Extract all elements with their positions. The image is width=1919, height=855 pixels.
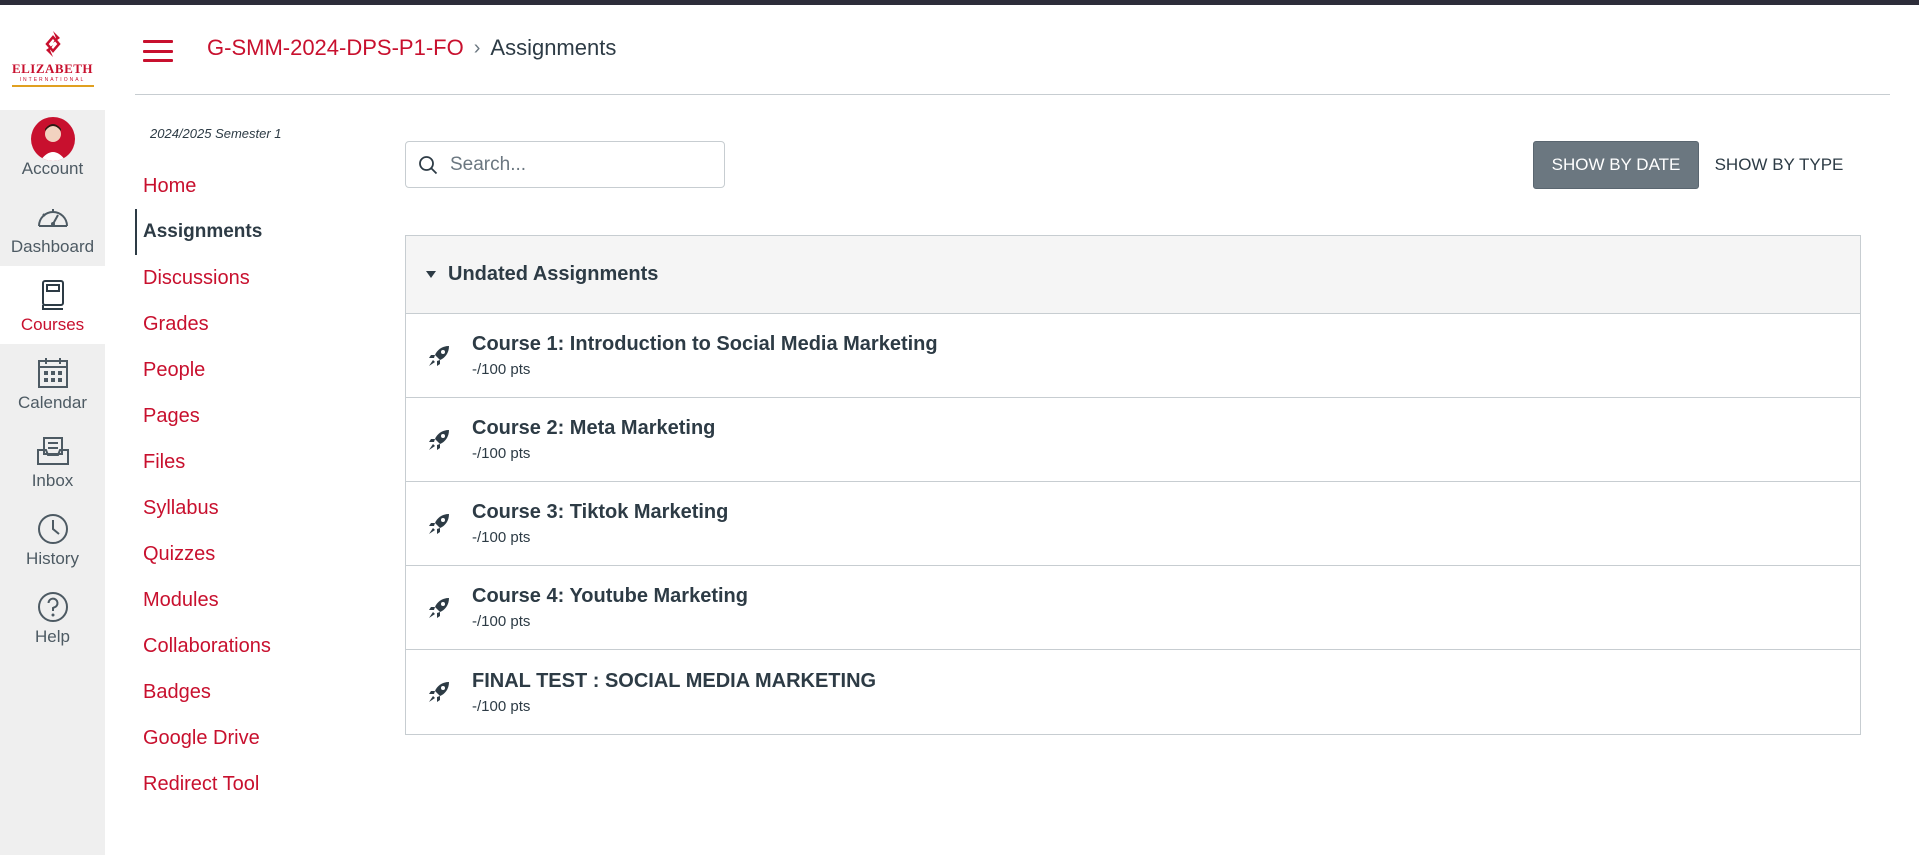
- hamburger-line: [143, 49, 173, 53]
- assignment-title-link[interactable]: Course 3: Tiktok Marketing: [472, 501, 728, 524]
- courses-icon: [41, 280, 64, 310]
- hamburger-line: [143, 40, 173, 43]
- course-nav-quizzes[interactable]: Quizzes: [135, 531, 355, 577]
- assignment-row: FINAL TEST : SOCIAL MEDIA MARKETING -/10…: [406, 650, 1860, 734]
- global-nav-label: Help: [35, 627, 70, 646]
- course-nav-redirect-tool[interactable]: Redirect Tool: [135, 761, 355, 807]
- course-nav-home[interactable]: Home: [135, 163, 355, 209]
- assignment-rocket-icon: [429, 429, 449, 450]
- assignment-title-link[interactable]: Course 2: Meta Marketing: [472, 417, 715, 440]
- assignment-title-link[interactable]: Course 4: Youtube Marketing: [472, 585, 748, 608]
- global-nav-inbox[interactable]: Inbox: [0, 422, 105, 500]
- calendar-icon: [37, 358, 68, 388]
- search-box: [405, 141, 725, 188]
- assignment-title-link[interactable]: FINAL TEST : SOCIAL MEDIA MARKETING: [472, 670, 876, 693]
- course-nav-google-drive[interactable]: Google Drive: [135, 715, 355, 761]
- assignment-row: Course 4: Youtube Marketing -/100 pts: [406, 566, 1860, 650]
- show-by-date-button[interactable]: SHOW BY DATE: [1533, 141, 1699, 189]
- course-nav-grades[interactable]: Grades: [135, 301, 355, 347]
- assignment-group: Undated Assignments Course 1: Introducti…: [405, 235, 1861, 735]
- assignment-row: Course 2: Meta Marketing -/100 pts: [406, 398, 1860, 482]
- show-by-type-button[interactable]: SHOW BY TYPE: [1706, 141, 1852, 189]
- institution-logo[interactable]: ELIZABETH INTERNATIONAL: [0, 5, 105, 110]
- global-nav-label: Inbox: [31, 471, 74, 490]
- logo-mark-icon: [44, 30, 61, 57]
- assignment-rocket-icon: [429, 513, 449, 534]
- logo-subtext: INTERNATIONAL: [19, 76, 86, 83]
- assignment-group-header[interactable]: Undated Assignments: [406, 236, 1860, 314]
- logo-underline: [11, 84, 94, 87]
- breadcrumb-course-link[interactable]: G-SMM-2024-DPS-P1-FO: [207, 35, 464, 61]
- global-nav-account[interactable]: Account: [0, 110, 105, 188]
- caret-down-icon: [426, 271, 436, 278]
- course-nav-discussions[interactable]: Discussions: [135, 255, 355, 301]
- term-label: 2024/2025 Semester 1: [150, 126, 282, 141]
- global-nav-label: Calendar: [18, 393, 87, 412]
- dashboard-icon: [37, 209, 68, 227]
- top-bar: [0, 0, 1919, 5]
- course-nav-files[interactable]: Files: [135, 439, 355, 485]
- assignment-points: -/100 pts: [472, 613, 531, 630]
- assignment-rocket-icon: [429, 345, 449, 366]
- course-nav-people[interactable]: People: [135, 347, 355, 393]
- assignment-row: Course 1: Introduction to Social Media M…: [406, 314, 1860, 398]
- assignment-points: -/100 pts: [472, 445, 531, 462]
- global-nav: ELIZABETH INTERNATIONAL Account Dashboar…: [0, 5, 105, 855]
- assignment-points: -/100 pts: [472, 361, 531, 378]
- inbox-icon: [36, 437, 69, 465]
- course-nav: Home Assignments Discussions Grades Peop…: [135, 163, 355, 807]
- course-menu-toggle-button[interactable]: [143, 40, 173, 62]
- course-nav-syllabus[interactable]: Syllabus: [135, 485, 355, 531]
- assignment-row: Course 3: Tiktok Marketing -/100 pts: [406, 482, 1860, 566]
- global-nav-label: History: [26, 549, 79, 568]
- assignment-rocket-icon: [429, 597, 449, 618]
- course-nav-pages[interactable]: Pages: [135, 393, 355, 439]
- breadcrumb-current: Assignments: [490, 35, 617, 60]
- course-nav-collaborations[interactable]: Collaborations: [135, 623, 355, 669]
- search-icon: [419, 155, 438, 174]
- assignment-points: -/100 pts: [472, 697, 531, 715]
- course-nav-assignments[interactable]: Assignments: [135, 209, 355, 255]
- global-nav-label: Account: [21, 159, 84, 178]
- global-nav-help[interactable]: Help: [0, 578, 105, 656]
- global-nav-label: Courses: [20, 315, 85, 334]
- breadcrumb: G-SMM-2024-DPS-P1-FO › Assignments: [207, 35, 616, 61]
- logo-text: ELIZABETH: [11, 60, 94, 76]
- history-icon: [37, 514, 68, 544]
- avatar: [30, 117, 75, 161]
- assignment-group-title: Undated Assignments: [448, 263, 659, 285]
- assignment-title-link[interactable]: Course 1: Introduction to Social Media M…: [472, 333, 938, 356]
- assignment-points: -/100 pts: [472, 529, 531, 546]
- search-input[interactable]: [450, 153, 710, 176]
- global-nav-history[interactable]: History: [0, 500, 105, 578]
- global-nav-calendar[interactable]: Calendar: [0, 344, 105, 422]
- course-nav-badges[interactable]: Badges: [135, 669, 355, 715]
- global-nav-dashboard[interactable]: Dashboard: [0, 188, 105, 266]
- global-nav-label: Dashboard: [10, 237, 95, 256]
- assignment-rocket-icon: [429, 682, 449, 702]
- global-nav-courses[interactable]: Courses: [0, 266, 105, 344]
- course-nav-modules[interactable]: Modules: [135, 577, 355, 623]
- breadcrumb-separator: ›: [473, 36, 481, 59]
- help-icon: [37, 592, 68, 622]
- hamburger-line: [143, 59, 173, 62]
- header-divider: [135, 94, 1890, 95]
